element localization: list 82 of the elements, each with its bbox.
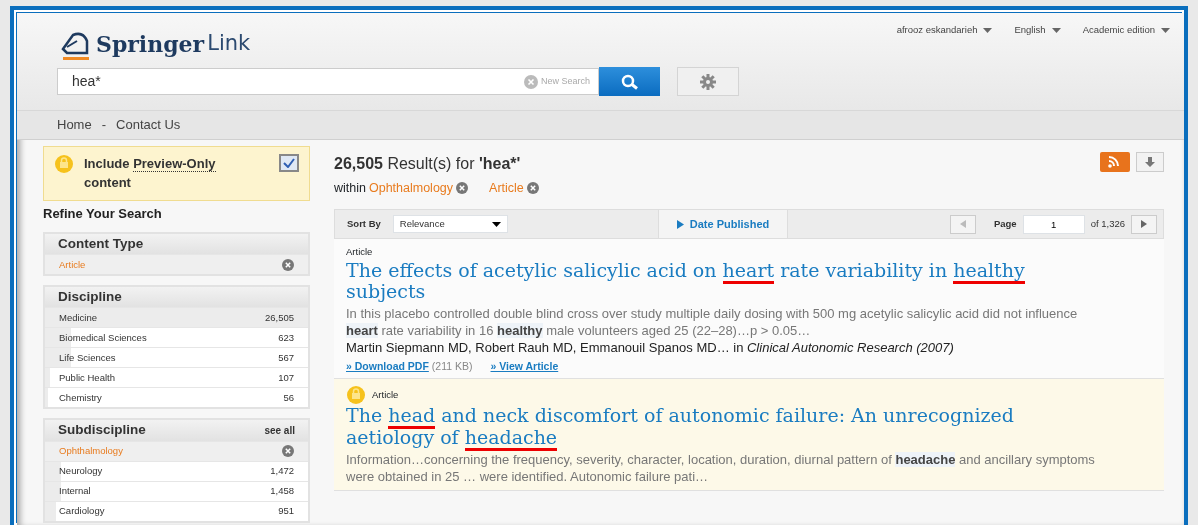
rss-icon[interactable]: [1100, 151, 1130, 172]
view-article-link[interactable]: » View Article: [490, 358, 559, 375]
facet-item[interactable]: Medicine 26,505: [45, 307, 308, 328]
facet-label: Internal: [59, 484, 91, 499]
facet-label: Medicine: [59, 310, 98, 325]
facet-count: 26,505: [264, 310, 294, 325]
play-icon: [676, 219, 684, 229]
search-button[interactable]: [599, 67, 660, 96]
right-arrow-icon: [1141, 220, 1147, 229]
lock-icon: [54, 153, 74, 174]
file-size: (211 KB): [431, 358, 473, 374]
facet-count: 951: [278, 504, 294, 519]
result-snippet: In this placebo controlled double blind cross over study multiple daily dosing with 500 mg acetylic salicylic acid did not influence heart rate variability in 16 healthy male volunteers aged 25 (22–28)…p > 0.05…: [346, 306, 1079, 340]
logo-subtext: Link: [207, 30, 251, 58]
facet-item[interactable]: Biomedical Sciences 623: [45, 327, 308, 348]
result-title-link[interactable]: The head and neck discomfort of autonomic failure: An unrecognized aetiology of headache: [346, 405, 1066, 449]
facet-label: Public Health: [59, 370, 115, 385]
facet-label: Cardiology: [59, 504, 105, 519]
preview-only-checkbox[interactable]: [279, 153, 299, 172]
sort-dropdown[interactable]: Relevance: [392, 215, 508, 234]
facet-label: Neurology: [59, 464, 103, 479]
remove-icon[interactable]: [282, 258, 294, 271]
facet-title: Content Type: [58, 235, 144, 253]
facet-label: Biomedical Sciences: [59, 330, 147, 345]
lock-icon: [346, 385, 366, 406]
nav-separator: -: [101, 116, 107, 134]
settings-button[interactable]: [677, 67, 739, 96]
facet-label: Article: [59, 257, 86, 272]
search-icon: [620, 73, 639, 90]
sort-label: Sort By: [347, 217, 381, 232]
result-snippet: Information…concerning the frequency, severity, character, location, duration, diurnal pattern of headache and ancillary symptoms were obtained in 25 … were identified. Autonomic failure pati…: [346, 452, 1096, 486]
menu-dropdown[interactable]: Academic edition: [1082, 23, 1155, 38]
facet-label: Life Sciences: [59, 350, 116, 365]
next-page-button[interactable]: [1131, 214, 1157, 234]
download-pdf-link[interactable]: » Download PDF: [346, 358, 429, 375]
check-icon: [283, 157, 295, 168]
caret-icon[interactable]: [983, 27, 993, 33]
caret-icon: [491, 221, 501, 227]
facet-label: Ophthalmology: [59, 444, 123, 459]
caret-icon[interactable]: [1161, 27, 1170, 33]
page-total: of 1,326: [1090, 217, 1125, 232]
download-icon[interactable]: [1136, 151, 1164, 172]
within-label: within: [334, 179, 366, 197]
facet-title: Discipline: [58, 288, 122, 307]
result-authors: Martin Siepmann MD, Robert Rauh MD, Emmanouil Spanos MD… in Clinical Autonomic Research (2007): [346, 339, 955, 356]
menu-dropdown[interactable]: afrooz eskandarieh: [896, 23, 978, 38]
facet-item[interactable]: Cardiology 951: [45, 500, 308, 521]
page-label: Page: [993, 217, 1017, 232]
facet-count: 1,472: [270, 464, 294, 479]
facet-item[interactable]: Neurology 1,472: [45, 460, 308, 481]
nav-link[interactable]: Contact Us: [116, 115, 181, 135]
nav-link[interactable]: Home: [57, 115, 92, 135]
result-count: 26,505: [334, 154, 383, 172]
content-type-label: Article: [346, 245, 373, 260]
facet-item[interactable]: Internal 1,458: [45, 480, 308, 501]
facet-count: 623: [278, 330, 294, 345]
page-input[interactable]: 1: [1022, 214, 1085, 234]
date-published-tab[interactable]: Date Published: [657, 210, 789, 239]
remove-icon[interactable]: [282, 445, 294, 458]
preview-only-label: Include Preview-Only content: [84, 154, 217, 192]
content-type-label: Article: [372, 388, 399, 403]
caret-icon[interactable]: [1051, 27, 1061, 33]
remove-icon[interactable]: [456, 181, 469, 194]
refine-heading: Refine Your Search: [43, 204, 163, 223]
settings-icon: [699, 72, 717, 91]
facet-count: 567: [278, 350, 294, 365]
result-title-link[interactable]: The effects of acetylic salicylic acid on heart rate variability in healthy subjects: [346, 259, 1066, 304]
facet-count: 1,458: [270, 484, 294, 499]
see-all-link[interactable]: see all: [264, 424, 295, 438]
logo-text: Springer: [96, 29, 205, 59]
facet-item[interactable]: Public Health 107: [45, 367, 308, 388]
facet-label: Chemistry: [59, 390, 102, 405]
facet-count: 56: [283, 390, 294, 405]
facet-item[interactable]: Chemistry 56: [45, 387, 308, 408]
facet-item[interactable]: Life Sciences 567: [45, 347, 308, 368]
left-arrow-icon: [959, 220, 966, 229]
facet-count: 107: [278, 370, 294, 385]
search-query: 'hea*': [478, 154, 521, 172]
menu-dropdown[interactable]: English: [1014, 23, 1046, 38]
result-label: Result(s) for: [387, 154, 475, 172]
remove-icon[interactable]: [526, 181, 539, 194]
facet-title: Subdiscipline: [58, 421, 146, 440]
